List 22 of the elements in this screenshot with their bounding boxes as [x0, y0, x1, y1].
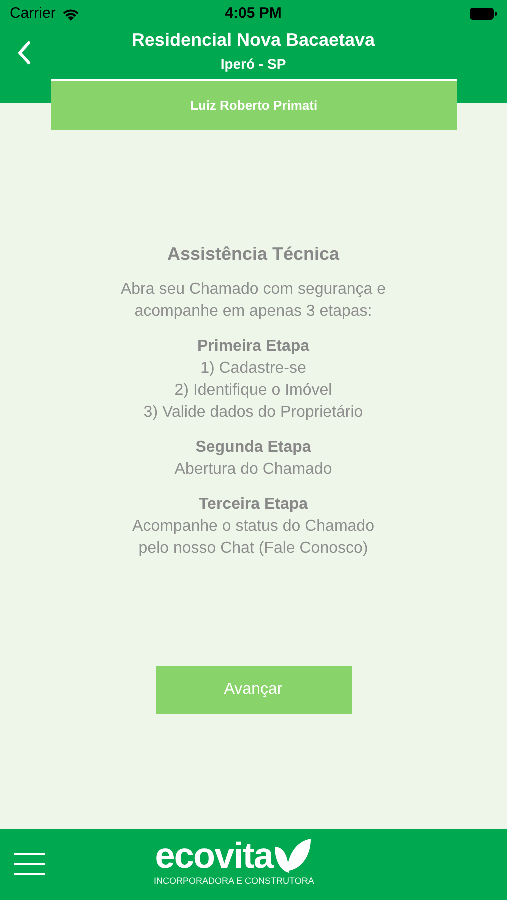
logo-text: ecovita	[155, 837, 274, 875]
step-text: Abertura do Chamado	[174, 460, 334, 480]
carrier-label: Carrier	[10, 4, 56, 24]
step-heading: Terceira Etapa	[198, 495, 308, 515]
step-heading: Segunda Etapa	[196, 438, 312, 458]
intro-text: Abra seu Chamado com segurança e acompanhe em apenas 3 etapas:	[120, 280, 388, 322]
wifi-icon	[62, 8, 80, 20]
step-text: 2) Identifique o Imóvel	[174, 381, 334, 401]
clock: 4:05 PM	[225, 4, 282, 24]
step-text: Acompanhe o status do Chamado pelo nosso Chat (Fale Conosco)	[132, 517, 376, 559]
battery-icon	[470, 8, 497, 20]
user-name-bar: Luiz Roberto Primati	[51, 79, 457, 130]
next-button[interactable]: Avançar	[156, 666, 352, 714]
step-text: 3) Valide dados do Proprietário	[142, 403, 364, 423]
page-subtitle: Iperó - SP	[220, 55, 288, 73]
section-title: Assistência Técnica	[167, 243, 340, 265]
step-text: 1) Cadastre-se	[200, 359, 308, 379]
step-heading: Primeira Etapa	[197, 337, 310, 357]
tagline: INCORPORADORA E CONSTRUTORA	[154, 876, 314, 886]
leaf-icon	[273, 837, 314, 875]
page-title: Residencial Nova Bacaetava	[130, 29, 376, 51]
menu-button[interactable]	[14, 853, 45, 875]
